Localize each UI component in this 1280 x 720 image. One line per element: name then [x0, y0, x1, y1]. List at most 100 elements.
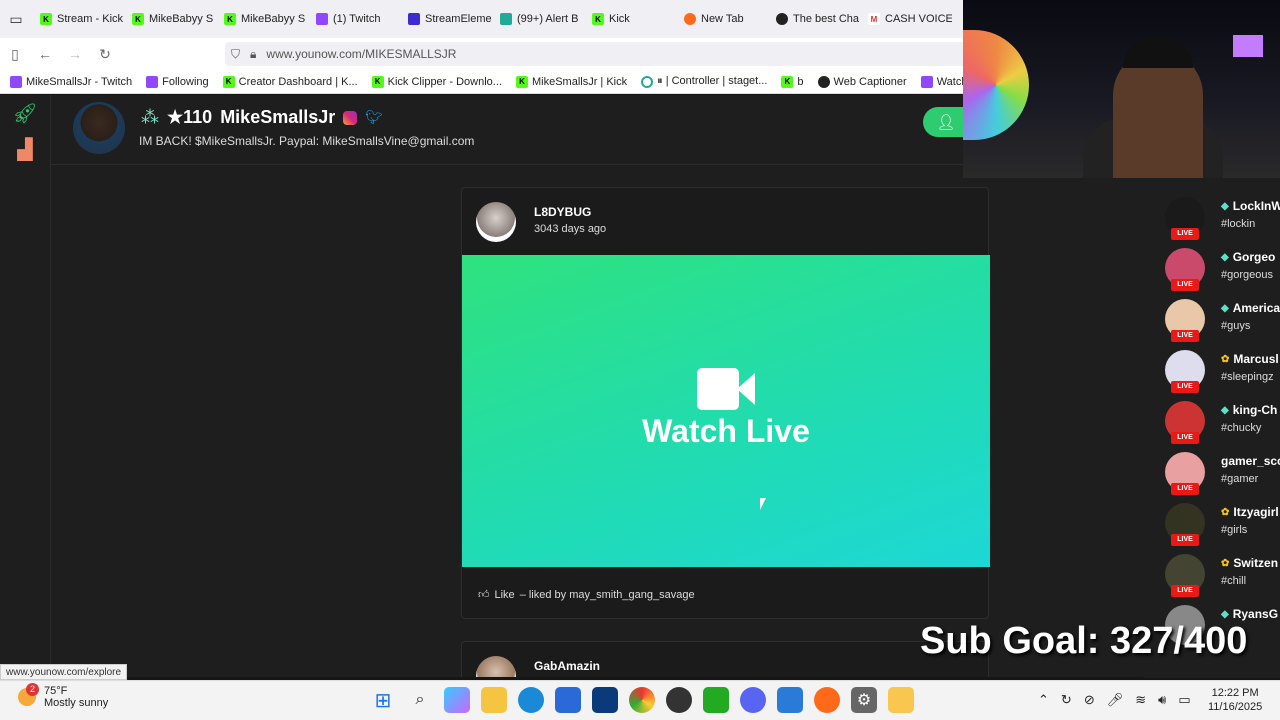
- tab-7[interactable]: K Kick: [584, 0, 676, 38]
- app-icon[interactable]: [592, 687, 618, 713]
- wifi-icon[interactable]: ≋: [1135, 692, 1146, 708]
- twitch-icon: [146, 75, 159, 88]
- leaderboard-icon[interactable]: ▟: [13, 137, 37, 161]
- channel-item[interactable]: LIVE ◆ America #guys: [1143, 290, 1280, 342]
- media-app-icon[interactable]: [888, 687, 914, 713]
- discord-icon[interactable]: [740, 687, 766, 713]
- channel-tag: #gamer: [1221, 473, 1259, 485]
- tab-5[interactable]: StreamEleme: [400, 0, 492, 38]
- bookmark-label: Creator Dashboard | K...: [238, 75, 358, 88]
- gem-icon: ◆: [1221, 302, 1229, 314]
- post-username[interactable]: GabAmazin: [534, 659, 600, 673]
- github-icon: [817, 75, 830, 88]
- streamelements-icon: [408, 13, 420, 25]
- live-channels-sidebar: LIVE ◆ LockInW #lockin LIVE ◆ Gorgeo #gorg…: [1143, 178, 1280, 678]
- channel-name-label: RyansG: [1232, 607, 1279, 621]
- bookmark-item[interactable]: Web Captioner: [817, 75, 907, 88]
- like-button[interactable]: Like: [495, 589, 515, 601]
- notification-badge: 2: [26, 683, 39, 696]
- channel-name: ◆ RyansG: [1221, 607, 1278, 621]
- windows-start-icon[interactable]: ⊞: [370, 687, 396, 713]
- sub-goal-overlay: Sub Goal: 327/400: [920, 620, 1248, 662]
- settings-icon[interactable]: ⚙: [851, 687, 877, 713]
- shield-icon[interactable]: ⛉: [231, 47, 240, 62]
- channel-item[interactable]: LIVE ✿ Switzen #chill: [1143, 545, 1280, 597]
- video-camera-lens: [737, 373, 755, 405]
- sidebar-toggle-icon[interactable]: ▯: [0, 38, 30, 70]
- search-icon[interactable]: ⌕: [407, 687, 433, 713]
- channel-name: ◆ Gorgeo: [1221, 250, 1275, 264]
- file-explorer-icon[interactable]: [481, 687, 507, 713]
- gem-icon: ◆: [1221, 200, 1229, 212]
- microphone-icon[interactable]: 🎤︎: [1107, 692, 1124, 708]
- copilot-icon[interactable]: [444, 687, 470, 713]
- bookmark-item[interactable]: ⏸ | Controller | staget...: [641, 75, 767, 88]
- kick-icon: K: [222, 75, 235, 88]
- channel-item[interactable]: LIVE gamer_sco #gamer: [1143, 443, 1280, 495]
- edge-icon[interactable]: [518, 687, 544, 713]
- bookmark-label: MikeSmallsJr | Kick: [531, 75, 628, 88]
- channel-item[interactable]: LIVE ✿ Itzyagirl #girls: [1143, 494, 1280, 546]
- channel-name: ✿ Marcusl: [1221, 352, 1279, 366]
- reload-icon[interactable]: ↻: [90, 38, 120, 70]
- bookmark-item[interactable]: Following: [146, 75, 209, 88]
- chevron-up-icon[interactable]: ⌃: [1038, 692, 1049, 708]
- kick-app-icon[interactable]: [703, 687, 729, 713]
- bookmark-item[interactable]: MikeSmallsJr - Twitch: [10, 75, 132, 88]
- younow-page: 🚀︎ ▟ ⁂ ★110 MikeSmallsJr 🐦︎ IM BACK! $Mi…: [0, 95, 1143, 677]
- volume-icon[interactable]: 🔊︎: [1158, 692, 1166, 708]
- bookmark-item[interactable]: K Kick Clipper - Downlo...: [371, 75, 502, 88]
- firefox-icon[interactable]: [814, 687, 840, 713]
- avatar[interactable]: [476, 202, 516, 242]
- lock-icon[interactable]: 🔒︎: [250, 47, 256, 62]
- watch-live-thumbnail[interactable]: Watch Live: [462, 255, 990, 567]
- thumbs-up-icon[interactable]: 👍︎: [478, 588, 490, 601]
- obs-icon[interactable]: [666, 687, 692, 713]
- taskbar-apps: ⊞ ⌕ ⚙: [370, 687, 914, 713]
- url-text[interactable]: www.younow.com/MIKESMALLSJR: [266, 47, 456, 61]
- bookmark-item[interactable]: Watch Emelie (2016) - ...: [920, 75, 963, 88]
- channel-tag: #girls: [1221, 524, 1248, 536]
- photos-icon[interactable]: [777, 687, 803, 713]
- store-icon[interactable]: [555, 687, 581, 713]
- bookmark-item[interactable]: K Creator Dashboard | K...: [222, 75, 358, 88]
- weather-widget[interactable]: 2 75°F Mostly sunny: [18, 683, 108, 709]
- twitter-icon[interactable]: 🐦︎: [365, 109, 383, 126]
- tab-4[interactable]: (1) Twitch: [308, 0, 400, 38]
- tab-1[interactable]: K Stream - Kick: [32, 0, 124, 38]
- channel-item[interactable]: LIVE ◆ king-Ch #chucky: [1143, 392, 1280, 444]
- tab-list-icon[interactable]: ▭: [0, 0, 32, 38]
- post-username[interactable]: L8DYBUG: [534, 205, 591, 219]
- profile-bio: IM BACK! $MikeSmallsJr. Paypal: MikeSmal…: [139, 134, 475, 148]
- liked-by-text: – liked by may_smith_gang_savage: [519, 588, 695, 601]
- system-tray: ⌃ ↻ ⊘ 🎤︎ ≋ 🔊︎ ▭: [1038, 692, 1191, 708]
- avatar[interactable]: [476, 656, 516, 677]
- kick-icon: K: [592, 13, 604, 25]
- tab-6[interactable]: (99+) Alert B: [492, 0, 584, 38]
- rocket-icon[interactable]: 🚀︎: [12, 101, 37, 125]
- url-bar[interactable]: ⛉ 🔒︎ www.younow.com/MIKESMALLSJR: [225, 42, 963, 66]
- bookmark-label: Following: [162, 75, 209, 88]
- gem-icon: ◆: [1221, 251, 1229, 263]
- tab-8[interactable]: New Tab: [676, 0, 768, 38]
- video-camera-icon: [697, 368, 739, 410]
- tab-10[interactable]: M CASH VOICE: [860, 0, 952, 38]
- bookmark-item[interactable]: Kb: [781, 75, 804, 88]
- bookmark-item[interactable]: K MikeSmallsJr | Kick: [515, 75, 628, 88]
- tab-3[interactable]: K MikeBabyy S: [216, 0, 308, 38]
- tab-2[interactable]: K MikeBabyy S: [124, 0, 216, 38]
- sync-icon[interactable]: ↻: [1061, 692, 1072, 708]
- tab-9[interactable]: The best Cha: [768, 0, 860, 38]
- channel-item[interactable]: LIVE ◆ LockInW #lockin: [1143, 188, 1280, 240]
- instagram-icon[interactable]: [343, 110, 358, 125]
- kick-clipper-icon: K: [371, 75, 384, 88]
- avatar[interactable]: [73, 102, 125, 154]
- battery-icon[interactable]: ▭: [1178, 692, 1190, 708]
- chrome-icon[interactable]: [629, 687, 655, 713]
- back-icon[interactable]: ←: [30, 38, 60, 70]
- clock[interactable]: 12:22 PM 11/16/2025: [1208, 686, 1262, 714]
- channel-item[interactable]: LIVE ◆ Gorgeo #gorgeous: [1143, 239, 1280, 291]
- network-off-icon[interactable]: ⊘: [1084, 692, 1095, 708]
- forward-icon[interactable]: →: [60, 38, 90, 70]
- channel-item[interactable]: LIVE ✿ Marcusl #sleepingz: [1143, 341, 1280, 393]
